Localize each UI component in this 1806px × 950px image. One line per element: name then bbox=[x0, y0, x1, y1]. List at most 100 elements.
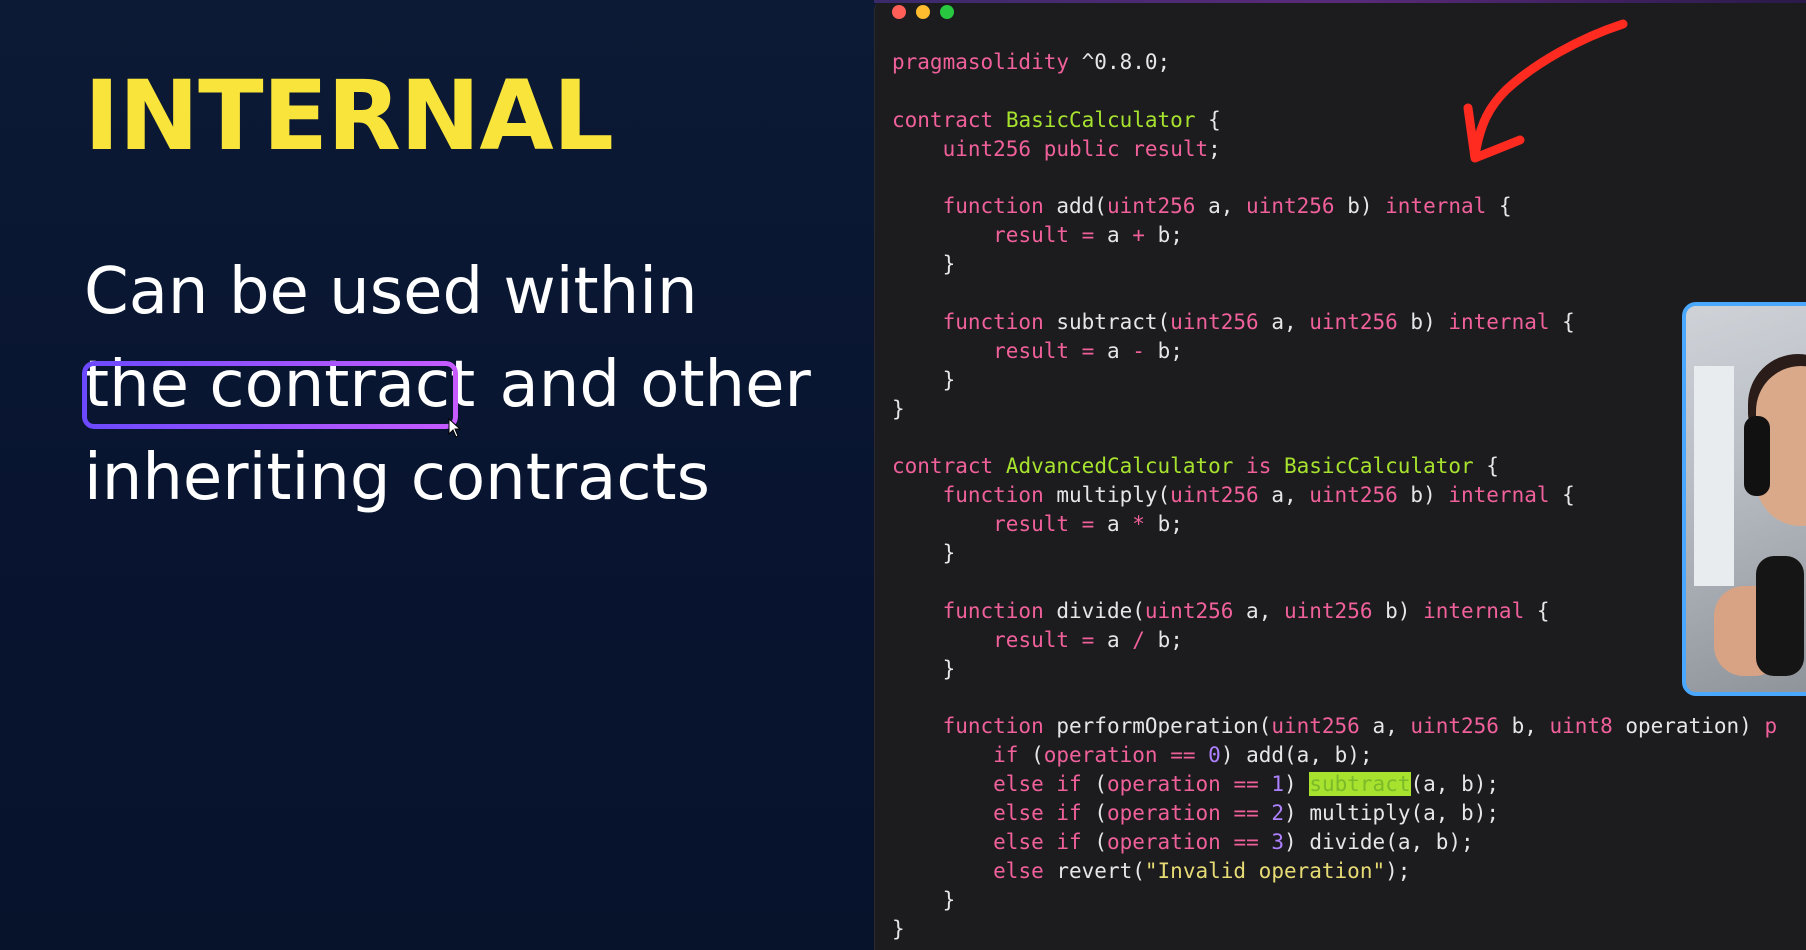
code-token: 0 bbox=[1208, 743, 1221, 768]
code-line: if (operation == 0) add(a, b); bbox=[892, 741, 1777, 770]
code-line: } bbox=[892, 915, 1777, 944]
window-top-strip bbox=[874, 0, 1806, 3]
code-token: operation bbox=[1106, 830, 1221, 855]
code-token: revert( bbox=[1043, 858, 1145, 883]
code-token: result bbox=[1132, 136, 1209, 161]
close-window-button[interactable] bbox=[892, 5, 906, 19]
slide-body-line-1: Can be used within bbox=[84, 255, 698, 329]
slide-panel: INTERNAL Can be used within the contract… bbox=[0, 0, 874, 950]
code-line: result = a * b; bbox=[892, 510, 1777, 539]
minimize-window-button[interactable] bbox=[916, 5, 930, 19]
code-token: operation) bbox=[1612, 714, 1765, 739]
code-token: uint256 bbox=[1144, 598, 1234, 623]
code-token: ); bbox=[1385, 858, 1411, 883]
headphones-icon bbox=[1744, 416, 1770, 496]
code-token: ) bbox=[1284, 772, 1310, 797]
code-token: b; bbox=[1144, 223, 1183, 248]
code-token: a, bbox=[1195, 194, 1247, 219]
code-token: if bbox=[1056, 772, 1082, 797]
code-token: } bbox=[892, 396, 905, 421]
code-token: } bbox=[892, 887, 956, 912]
code-token: divide( bbox=[1043, 598, 1145, 623]
code-token: uint256 bbox=[1410, 714, 1499, 739]
code-token: else bbox=[993, 801, 1044, 826]
code-token: b, bbox=[1498, 714, 1550, 739]
code-line: } bbox=[892, 395, 1777, 424]
code-token: operation bbox=[1106, 801, 1221, 826]
code-token: a, bbox=[1258, 483, 1310, 508]
code-token: ( bbox=[1081, 772, 1107, 797]
code-token: internal bbox=[1448, 310, 1550, 335]
code-line: else if (operation == 3) divide(a, b); bbox=[892, 828, 1777, 857]
code-token: function bbox=[942, 310, 1044, 335]
highlight-box bbox=[82, 361, 458, 429]
code-token: a bbox=[1094, 223, 1133, 248]
maximize-window-button[interactable] bbox=[940, 5, 954, 19]
code-token: internal bbox=[1423, 598, 1525, 623]
code-line: } bbox=[892, 539, 1777, 568]
code-line: else revert("Invalid operation"); bbox=[892, 857, 1777, 886]
code-token: result bbox=[993, 223, 1070, 248]
slide-title: INTERNAL bbox=[84, 60, 614, 172]
code-token: ( bbox=[1081, 801, 1107, 826]
code-token: uint256 bbox=[1271, 714, 1360, 739]
code-token: b) bbox=[1397, 483, 1449, 508]
code-line: uint256 public result; bbox=[892, 135, 1777, 164]
code-token: = bbox=[1081, 223, 1095, 248]
code-token: if bbox=[1056, 830, 1082, 855]
code-token: contract bbox=[892, 107, 994, 132]
code-token: a bbox=[1094, 338, 1133, 363]
code-token: ( bbox=[1081, 830, 1107, 855]
code-token: } bbox=[892, 916, 905, 941]
code-line: result = a - b; bbox=[892, 337, 1777, 366]
code-token: operation bbox=[1043, 743, 1158, 768]
code-token: performOperation( bbox=[1043, 714, 1272, 739]
code-token: is bbox=[1246, 454, 1272, 479]
slide-body-line-3: inheriting contracts bbox=[84, 441, 710, 515]
code-block[interactable]: pragmasolidity ^0.8.0; contract BasicCal… bbox=[892, 48, 1777, 944]
code-token: uint8 bbox=[1549, 714, 1613, 739]
code-token: / bbox=[1132, 627, 1145, 652]
code-line: } bbox=[892, 250, 1777, 279]
code-token: solidity bbox=[967, 50, 1070, 74]
code-token: == bbox=[1233, 801, 1259, 826]
code-token: p bbox=[1764, 714, 1778, 739]
code-line: function divide(uint256 a, uint256 b) in… bbox=[892, 597, 1777, 626]
code-token: a bbox=[1094, 627, 1133, 652]
code-token: == bbox=[1170, 743, 1196, 768]
code-token: { bbox=[1524, 598, 1550, 623]
code-token: subtract( bbox=[1043, 310, 1171, 335]
code-token: b; bbox=[1144, 627, 1183, 652]
code-line: else if (operation == 1) subtract(a, b); bbox=[892, 770, 1777, 799]
code-token: else bbox=[993, 858, 1044, 883]
code-token: { bbox=[1549, 310, 1575, 335]
code-token: = bbox=[1081, 627, 1095, 652]
slide-body-line-2-rest: and other bbox=[479, 348, 811, 422]
code-token: 3 bbox=[1271, 830, 1285, 855]
code-token: } bbox=[892, 367, 956, 392]
code-token: ) divide(a, b); bbox=[1284, 830, 1474, 855]
code-token: internal bbox=[1448, 483, 1550, 508]
code-token: add( bbox=[1043, 194, 1107, 219]
red-arrow-icon bbox=[1463, 19, 1628, 163]
code-token: + bbox=[1132, 223, 1145, 248]
code-line: contract AdvancedCalculator is BasicCalc… bbox=[892, 452, 1777, 481]
code-token: { bbox=[1486, 194, 1512, 219]
